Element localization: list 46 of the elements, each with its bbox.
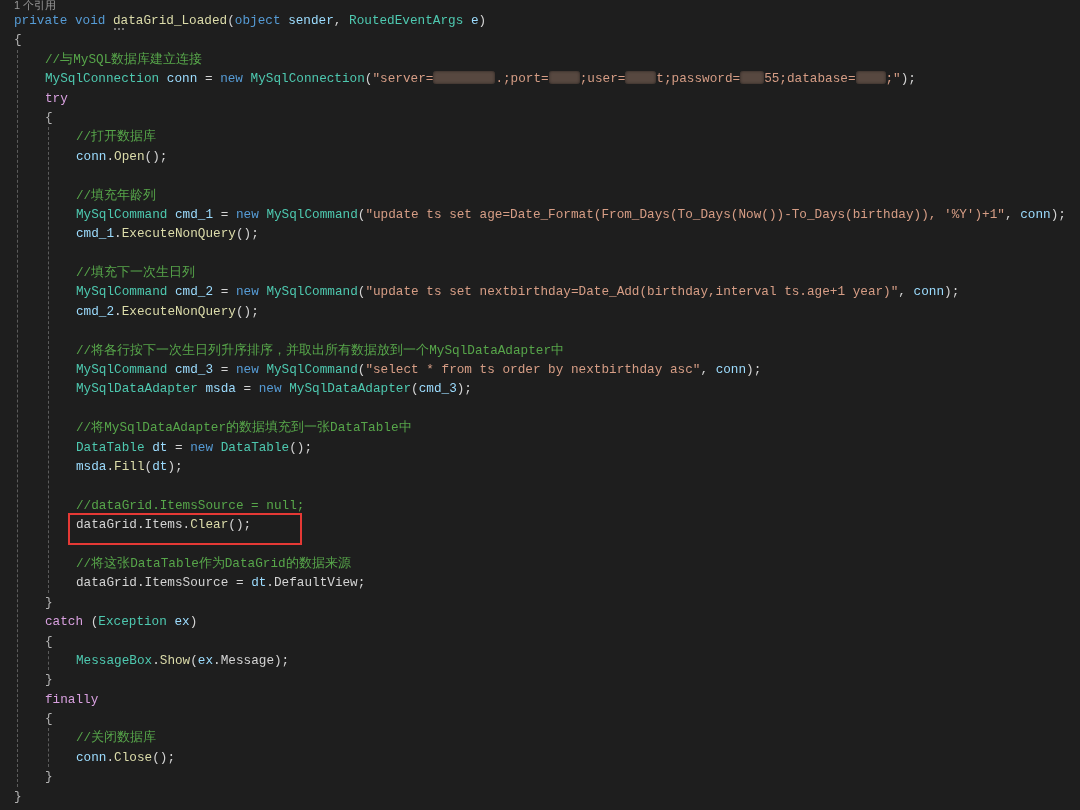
blurred-patch-icon — [625, 71, 657, 85]
code-text: MySqlConnection conn = new MySqlConnection("server= — [45, 71, 434, 87]
blurred-patch-icon — [740, 71, 765, 85]
code-line: MySqlCommand cmd_1 = new MySqlCommand("update ts set age=Date_Format(From_Days(To_Days(Now())-To_Days(birthday)), '%Y')+1", conn); — [76, 206, 1066, 222]
code-line: { — [14, 32, 22, 48]
code-line: msda.Fill(dt); — [76, 459, 183, 474]
code-line: } — [14, 788, 22, 804]
code-text: t;password= — [656, 71, 741, 87]
code-line: MessageBox.Show(ex.Message); — [76, 652, 290, 668]
code-line: dataGrid.Items.Clear(); — [76, 517, 252, 533]
code-line: cmd_2.ExecuteNonQuery(); — [76, 303, 259, 319]
code-line: conn.Close(); — [76, 749, 175, 765]
code-line: //与MySQL数据库建立连接 — [45, 51, 203, 67]
code-line: } — [45, 672, 53, 688]
code-line: } — [45, 594, 53, 610]
code-line: dataGrid.ItemsSource = dt.DefaultView; — [76, 575, 366, 591]
code-line: try — [45, 90, 68, 106]
code-line: } — [45, 769, 53, 785]
code-line: conn.Open(); — [76, 148, 168, 164]
code-line: private void dataGrid_Loaded(object sender, RoutedEventArgs e) — [14, 13, 487, 28]
code-line: MySqlCommand cmd_2 = new MySqlCommand("update ts set nextbirthday=Date_Add(birthday,interval ts.age+1 year)", conn); — [76, 284, 960, 300]
blurred-patch-icon — [855, 71, 886, 85]
code-line: //dataGrid.ItemsSource = null; — [76, 497, 305, 513]
code-line: //将这张DataTable作为DataGrid的数据来源 — [76, 555, 351, 571]
code-line: { — [45, 711, 53, 727]
code-text: ;"); — [885, 71, 916, 87]
code-line: DataTable dt = new DataTable(); — [76, 439, 313, 455]
code-line: cmd_1.ExecuteNonQuery(); — [76, 226, 259, 242]
code-line: //将各行按下一次生日列升序排序，并取出所有数据放到一个MySqlDataAdapter中 — [76, 342, 565, 358]
code-line: //关闭数据库 — [76, 730, 157, 746]
code-line: catch (Exception ex) — [45, 614, 198, 630]
code-text: 55;database= — [764, 71, 856, 87]
code-line: MySqlCommand cmd_3 = new MySqlCommand("select * from ts order by nextbirthday asc", conn); — [76, 362, 762, 378]
codelens-reference-count[interactable]: 1 个引用 — [14, 0, 57, 11]
code-line: { — [45, 109, 53, 125]
code-line: //填充下一次生日列 — [76, 265, 196, 281]
code-text: ;user= — [579, 71, 626, 87]
code-line: //将MySqlDataAdapter的数据填充到一张DataTable中 — [76, 420, 412, 436]
code-line: finally — [45, 691, 99, 707]
code-line: //填充年龄列 — [76, 187, 157, 203]
blurred-patch-icon — [433, 71, 496, 85]
code-line: //打开数据库 — [76, 129, 157, 145]
blurred-patch-icon — [548, 71, 580, 85]
code-line: { — [45, 633, 53, 649]
code-text: .;port= — [495, 71, 549, 87]
code-line: MySqlDataAdapter msda = new MySqlDataAdapter(cmd_3); — [76, 381, 472, 397]
